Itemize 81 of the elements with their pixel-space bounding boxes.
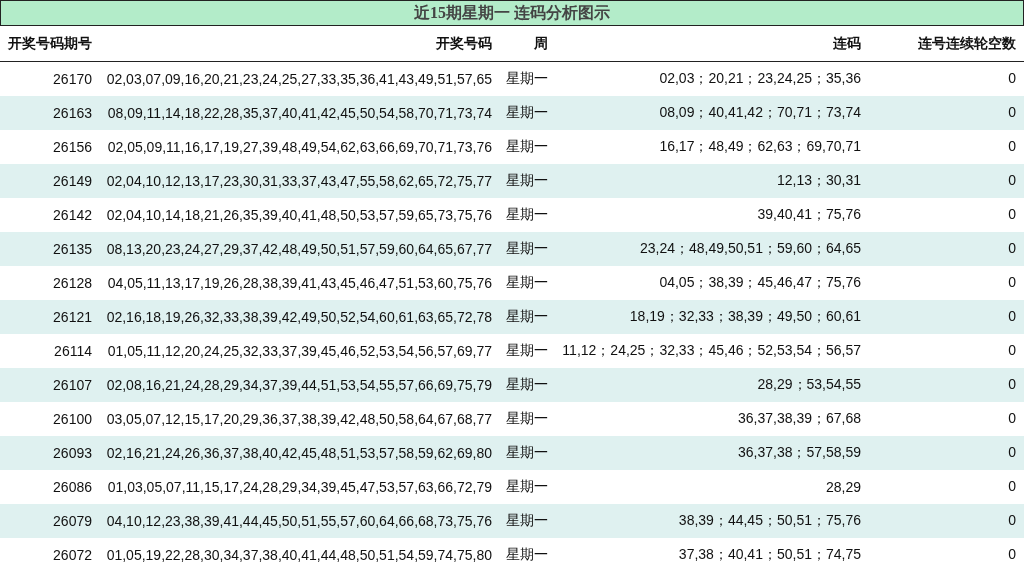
table-cell: 08,09；40,41,42；70,71；73,74 [556, 96, 869, 130]
table-cell: 26156 [0, 130, 100, 164]
table-cell: 0 [869, 368, 1024, 402]
table-cell: 0 [869, 232, 1024, 266]
table-cell: 26128 [0, 266, 100, 300]
column-header: 开奖号码 [100, 26, 500, 62]
table-cell: 02,04,10,12,13,17,23,30,31,33,37,43,47,55,58,62,65,72,75,77 [100, 164, 500, 198]
table-cell: 26114 [0, 334, 100, 368]
table-cell: 26121 [0, 300, 100, 334]
table-cell: 星期一 [500, 538, 556, 572]
table-cell: 12,13；30,31 [556, 164, 869, 198]
table-cell: 星期一 [500, 266, 556, 300]
table-cell: 01,03,05,07,11,15,17,24,28,29,34,39,45,47,53,57,63,66,72,79 [100, 470, 500, 504]
table-cell: 26149 [0, 164, 100, 198]
table-cell: 26107 [0, 368, 100, 402]
table-cell: 37,38；40,41；50,51；74,75 [556, 538, 869, 572]
table-cell: 04,05；38,39；45,46,47；75,76 [556, 266, 869, 300]
table-cell: 26163 [0, 96, 100, 130]
table-cell: 04,05,11,13,17,19,26,28,38,39,41,43,45,46,47,51,53,60,75,76 [100, 266, 500, 300]
table-cell: 02,03；20,21；23,24,25；35,36 [556, 61, 869, 96]
table-cell: 星期一 [500, 504, 556, 538]
table-cell: 01,05,19,22,28,30,34,37,38,40,41,44,48,50,51,54,59,74,75,80 [100, 538, 500, 572]
table-cell: 0 [869, 96, 1024, 130]
table-cell: 星期一 [500, 130, 556, 164]
table-cell: 星期一 [500, 198, 556, 232]
table-cell: 02,08,16,21,24,28,29,34,37,39,44,51,53,54,55,57,66,69,75,79 [100, 368, 500, 402]
table-cell: 星期一 [500, 334, 556, 368]
table-cell: 26072 [0, 538, 100, 572]
column-header: 连码 [556, 26, 869, 62]
table-cell: 26100 [0, 402, 100, 436]
table-cell: 26142 [0, 198, 100, 232]
table-cell: 03,05,07,12,15,17,20,29,36,37,38,39,42,48,50,58,64,67,68,77 [100, 402, 500, 436]
table-cell: 01,05,11,12,20,24,25,32,33,37,39,45,46,52,53,54,56,57,69,77 [100, 334, 500, 368]
table-cell: 26079 [0, 504, 100, 538]
table-cell: 星期一 [500, 232, 556, 266]
table-cell: 02,04,10,14,18,21,26,35,39,40,41,48,50,53,57,59,65,73,75,76 [100, 198, 500, 232]
table-cell: 0 [869, 334, 1024, 368]
table-cell: 08,13,20,23,24,27,29,37,42,48,49,50,51,57,59,60,64,65,67,77 [100, 232, 500, 266]
table-cell: 36,37,38,39；67,68 [556, 402, 869, 436]
table-cell: 16,17；48,49；62,63；69,70,71 [556, 130, 869, 164]
table-cell: 28,29；53,54,55 [556, 368, 869, 402]
table-cell: 星期一 [500, 436, 556, 470]
table-cell: 02,16,18,19,26,32,33,38,39,42,49,50,52,54,60,61,63,65,72,78 [100, 300, 500, 334]
table-cell: 39,40,41；75,76 [556, 198, 869, 232]
table-title: 近15期星期一 连码分析图示 [0, 0, 1024, 26]
table-cell: 0 [869, 198, 1024, 232]
table-cell: 11,12；24,25；32,33；45,46；52,53,54；56,57 [556, 334, 869, 368]
table-cell: 星期一 [500, 164, 556, 198]
table-cell: 0 [869, 164, 1024, 198]
table-cell: 28,29 [556, 470, 869, 504]
table-cell: 18,19；32,33；38,39；49,50；60,61 [556, 300, 869, 334]
table-cell: 04,10,12,23,38,39,41,44,45,50,51,55,57,60,64,66,68,73,75,76 [100, 504, 500, 538]
column-header: 周 [500, 26, 556, 62]
table-cell: 0 [869, 130, 1024, 164]
table-cell: 36,37,38；57,58,59 [556, 436, 869, 470]
table-cell: 26170 [0, 61, 100, 96]
table-cell: 0 [869, 300, 1024, 334]
table-cell: 38,39；44,45；50,51；75,76 [556, 504, 869, 538]
table-cell: 0 [869, 61, 1024, 96]
table-cell: 0 [869, 538, 1024, 572]
table-cell: 08,09,11,14,18,22,28,35,37,40,41,42,45,50,54,58,70,71,73,74 [100, 96, 500, 130]
table-cell: 26093 [0, 436, 100, 470]
table-cell: 26086 [0, 470, 100, 504]
table-cell: 02,05,09,11,16,17,19,27,39,48,49,54,62,63,66,69,70,71,73,76 [100, 130, 500, 164]
column-header: 连号连续轮空数 [869, 26, 1024, 62]
table-cell: 0 [869, 266, 1024, 300]
table-cell: 0 [869, 402, 1024, 436]
column-header: 开奖号码期号 [0, 26, 100, 62]
table-cell: 0 [869, 470, 1024, 504]
table-cell: 0 [869, 436, 1024, 470]
table-cell: 02,16,21,24,26,36,37,38,40,42,45,48,51,53,57,58,59,62,69,80 [100, 436, 500, 470]
table-cell: 26135 [0, 232, 100, 266]
table-cell: 星期一 [500, 402, 556, 436]
table-cell: 23,24；48,49,50,51；59,60；64,65 [556, 232, 869, 266]
table-cell: 星期一 [500, 470, 556, 504]
table-cell: 星期一 [500, 300, 556, 334]
table-cell: 星期一 [500, 61, 556, 96]
table-cell: 星期一 [500, 96, 556, 130]
table-cell: 星期一 [500, 368, 556, 402]
table-cell: 0 [869, 504, 1024, 538]
table-cell: 02,03,07,09,16,20,21,23,24,25,27,33,35,36,41,43,49,51,57,65 [100, 61, 500, 96]
